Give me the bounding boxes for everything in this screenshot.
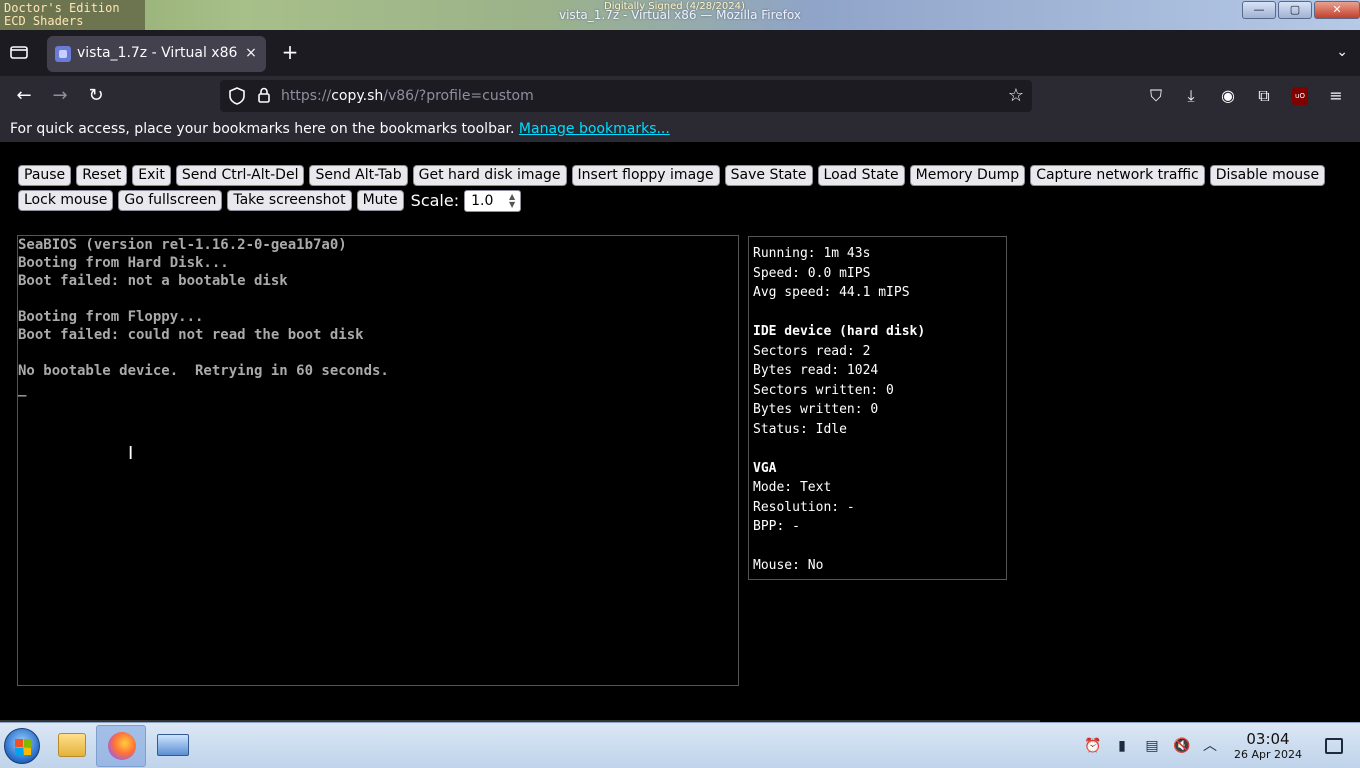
stat-resolution: Resolution: - bbox=[753, 499, 855, 515]
minimize-button[interactable]: — bbox=[1242, 1, 1276, 19]
take-screenshot-button[interactable]: Take screenshot bbox=[227, 190, 352, 211]
controls-row-2: Lock mouse Go fullscreen Take screenshot Mu… bbox=[18, 189, 1318, 212]
text-cursor-ibeam-icon: I bbox=[128, 443, 134, 464]
stat-sectors-written: Sectors written: 0 bbox=[753, 382, 894, 398]
taskbar: ⏰ ▮ ▤ 🔇 ︿ 03:04 26 Apr 2024 bbox=[0, 722, 1360, 768]
stat-mode: Mode: Text bbox=[753, 480, 832, 495]
emulator-controls: Pause Reset Exit Send Ctrl-Alt-Del Send Alt-… bbox=[18, 165, 1326, 215]
stat-speed: Speed: 0.0 mIPS bbox=[753, 265, 871, 281]
disable-mouse-button[interactable]: Disable mouse bbox=[1209, 165, 1326, 186]
page-content: Pause Reset Exit Send Ctrl-Alt-Del Send Alt-… bbox=[0, 142, 1360, 723]
reset-button[interactable]: Reset bbox=[76, 165, 128, 186]
scale-label: Scale: bbox=[410, 191, 460, 210]
show-desktop-icon[interactable] bbox=[1325, 738, 1343, 754]
tab-list-icon[interactable] bbox=[10, 44, 30, 62]
ide-heading: IDE device (hard disk) bbox=[753, 324, 926, 339]
window-titlebar[interactable]: Doctor's Edition ECD Shaders Digitally S… bbox=[0, 0, 1360, 30]
emulator-screen[interactable]: SeaBIOS (version rel-1.16.2-0-gea1b7a0) … bbox=[17, 235, 739, 686]
bookmark-star-icon[interactable]: ☆ bbox=[1006, 85, 1026, 106]
tracking-protection-shield-icon[interactable] bbox=[228, 87, 246, 105]
runtime-info-panel: Running: 1m 43s Speed: 0.0 mIPS Avg spee… bbox=[748, 236, 1007, 580]
go-fullscreen-button[interactable]: Go fullscreen bbox=[118, 190, 223, 211]
navigation-toolbar: ← → ↻ https://copy.sh/v86/?profile=custo… bbox=[0, 76, 1360, 116]
windows-logo-icon bbox=[15, 739, 31, 755]
remote-desktop-icon bbox=[157, 734, 189, 756]
spinner-arrows-icon[interactable]: ▲ ▼ bbox=[509, 192, 515, 209]
url-prefix: https:// bbox=[281, 88, 332, 104]
back-button[interactable]: ← bbox=[13, 85, 35, 107]
lock-mouse-button[interactable]: Lock mouse bbox=[18, 190, 114, 211]
clock-date: 26 Apr 2024 bbox=[1233, 748, 1302, 761]
window-controls: — ▢ ✕ bbox=[1242, 1, 1360, 19]
get-hard-disk-image-button[interactable]: Get hard disk image bbox=[412, 165, 567, 186]
ublock-origin-icon[interactable]: uO bbox=[1292, 87, 1308, 105]
taskbar-remote-desktop[interactable] bbox=[148, 725, 198, 767]
tab-title: vista_1.7z - Virtual x86 bbox=[77, 45, 238, 61]
pause-button[interactable]: Pause bbox=[18, 165, 72, 186]
send-alt-tab-button[interactable]: Send Alt-Tab bbox=[309, 165, 408, 186]
account-icon[interactable]: ◉ bbox=[1217, 85, 1239, 107]
exit-button[interactable]: Exit bbox=[132, 165, 171, 186]
close-tab-icon[interactable]: × bbox=[242, 44, 260, 62]
capture-network-traffic-button[interactable]: Capture network traffic bbox=[1030, 165, 1205, 186]
insert-floppy-image-button[interactable]: Insert floppy image bbox=[571, 165, 720, 186]
tab-menu-chevron-icon[interactable]: ⌄ bbox=[1336, 44, 1348, 60]
url-text[interactable]: https://copy.sh/v86/?profile=custom bbox=[281, 88, 534, 104]
stat-sectors-read: Sectors read: 2 bbox=[753, 343, 871, 359]
clock[interactable]: 03:04 26 Apr 2024 bbox=[1222, 731, 1314, 762]
screen-text: SeaBIOS (version rel-1.16.2-0-gea1b7a0) … bbox=[18, 237, 389, 397]
lock-icon[interactable] bbox=[256, 87, 272, 105]
stat-bytes-written: Bytes written: 0 bbox=[753, 402, 879, 417]
forward-button[interactable]: → bbox=[49, 85, 71, 107]
save-state-button[interactable]: Save State bbox=[724, 165, 813, 186]
reload-button[interactable]: ↻ bbox=[85, 85, 107, 107]
memory-dump-button[interactable]: Memory Dump bbox=[909, 165, 1026, 186]
tab-strip: vista_1.7z - Virtual x86 × + ⌄ bbox=[0, 30, 1360, 76]
stat-bpp: BPP: - bbox=[753, 519, 800, 534]
volume-muted-icon[interactable]: 🔇 bbox=[1173, 737, 1191, 755]
url-path: /v86/?profile=custom bbox=[383, 88, 534, 104]
stat-avg-speed: Avg speed: 44.1 mIPS bbox=[753, 285, 910, 300]
url-host: copy.sh bbox=[331, 88, 384, 104]
window-title: vista_1.7z - Virtual x86 — Mozilla Firef… bbox=[559, 8, 801, 22]
bookmarks-toolbar: For quick access, place your bookmarks h… bbox=[0, 116, 1360, 142]
mute-button[interactable]: Mute bbox=[356, 190, 404, 211]
taskbar-explorer[interactable] bbox=[46, 725, 96, 767]
controls-row-1: Pause Reset Exit Send Ctrl-Alt-Del Send Alt-… bbox=[18, 165, 1326, 186]
downloads-icon[interactable]: ⤓ bbox=[1180, 85, 1202, 107]
clock-time: 03:04 bbox=[1246, 730, 1290, 748]
stat-status: Status: Idle bbox=[753, 421, 847, 437]
start-button[interactable] bbox=[4, 728, 40, 764]
load-state-button[interactable]: Load State bbox=[817, 165, 905, 186]
tab-active[interactable]: vista_1.7z - Virtual x86 × bbox=[47, 36, 266, 72]
url-bar[interactable]: https://copy.sh/v86/?profile=custom ☆ bbox=[220, 80, 1032, 112]
scale-value: 1.0 bbox=[471, 192, 494, 209]
bookmarks-message: For quick access, place your bookmarks h… bbox=[10, 121, 670, 137]
pocket-icon[interactable]: ⛉ bbox=[1145, 85, 1167, 107]
folder-icon bbox=[58, 733, 86, 757]
scale-input[interactable]: 1.0 ▲ ▼ bbox=[464, 189, 522, 212]
bookmarks-hint-text: For quick access, place your bookmarks h… bbox=[10, 121, 519, 137]
taskbar-firefox[interactable] bbox=[96, 725, 146, 767]
app-menu-icon[interactable]: ≡ bbox=[1325, 85, 1347, 107]
maximize-button[interactable]: ▢ bbox=[1278, 1, 1312, 19]
send-ctrl-alt-del-button[interactable]: Send Ctrl-Alt-Del bbox=[175, 165, 305, 186]
close-window-button[interactable]: ✕ bbox=[1314, 1, 1360, 19]
firefox-icon bbox=[108, 732, 136, 760]
stat-bytes-read: Bytes read: 1024 bbox=[753, 363, 879, 378]
extensions-icon[interactable]: ⧉ bbox=[1253, 85, 1275, 107]
clipboard-icon[interactable]: ▤ bbox=[1143, 737, 1161, 755]
alarm-icon[interactable]: ⏰ bbox=[1084, 737, 1102, 755]
v86-favicon-icon bbox=[55, 46, 71, 62]
battery-icon[interactable]: ▮ bbox=[1113, 737, 1131, 755]
vga-heading: VGA bbox=[753, 460, 777, 476]
manage-bookmarks-link[interactable]: Manage bookmarks... bbox=[519, 121, 670, 137]
stat-running: Running: 1m 43s bbox=[753, 246, 871, 261]
new-tab-button[interactable]: + bbox=[280, 42, 300, 62]
chevron-up-icon[interactable]: ︿ bbox=[1201, 737, 1219, 755]
stat-mouse: Mouse: No bbox=[753, 558, 824, 573]
